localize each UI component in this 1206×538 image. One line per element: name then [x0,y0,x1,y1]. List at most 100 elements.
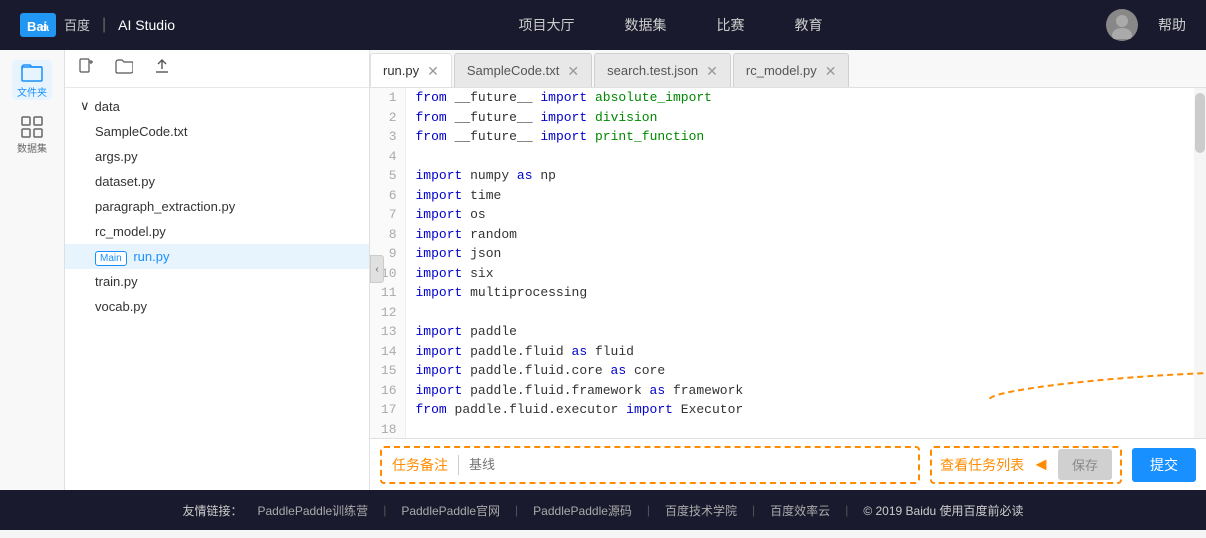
sidebar-files-label: 文件夹 [17,84,47,99]
nav-items: 项目大厅 数据集 比赛 教育 [235,15,1106,35]
file-name: vocab.py [95,299,147,314]
upload-button[interactable] [151,55,173,82]
main-area: 文件夹 数据集 ∨ da [0,50,1206,490]
view-tasks-button[interactable]: 查看任务列表 [940,455,1024,475]
code-line: 12 [370,303,1206,323]
file-name: train.py [95,274,138,289]
save-button[interactable]: 保存 [1058,449,1112,480]
footer-link-training[interactable]: PaddlePaddle训练营 [257,502,368,519]
file-name: dataset.py [95,174,155,189]
file-panel: ∨ data SampleCode.txt args.py dataset.py… [65,50,370,490]
code-line: 18 [370,420,1206,439]
code-line: 10import six [370,264,1206,284]
folder-name: data [95,99,120,114]
chevron-down-icon: ∨ [80,98,90,114]
tab-rc-model[interactable]: rc_model.py ✕ [733,53,850,87]
footer-link-cloud[interactable]: 百度效率云 [770,502,830,519]
avatar[interactable] [1106,9,1138,41]
baidu-logo: Bai du [20,13,56,36]
file-toolbar [65,50,369,88]
main-badge: Main [95,251,127,266]
file-list: ∨ data SampleCode.txt args.py dataset.py… [65,88,369,490]
task-divider [458,455,459,475]
ai-studio-text: AI Studio [118,17,175,33]
list-item[interactable]: rc_model.py [65,219,369,244]
list-item[interactable]: SampleCode.txt [65,119,369,144]
tab-label: SampleCode.txt [467,63,560,78]
code-line: 8import random [370,225,1206,245]
code-line: 7import os [370,205,1206,225]
code-line: 9import json [370,244,1206,264]
folder-data[interactable]: ∨ data [65,93,369,119]
code-line: 2from __future__ import division [370,108,1206,128]
sidebar-datasets-label: 数据集 [17,140,47,155]
list-item[interactable]: dataset.py [65,169,369,194]
bottom-bar: 任务备注 查看任务列表 ◄ 保存 提交 [370,438,1206,490]
code-line: 13import paddle [370,322,1206,342]
file-name: paragraph_extraction.py [95,199,235,214]
list-item[interactable]: train.py [65,269,369,294]
footer: 友情链接： PaddlePaddle训练营 | PaddlePaddle官网 |… [0,490,1206,530]
list-item[interactable]: vocab.py [65,294,369,319]
tab-samplecode[interactable]: SampleCode.txt ✕ [454,53,592,87]
nav-item-competition[interactable]: 比赛 [717,15,745,35]
code-line: 3from __future__ import print_function [370,127,1206,147]
footer-prefix: 友情链接： [182,502,242,519]
file-name: rc_model.py [95,224,166,239]
code-line: 14import paddle.fluid as fluid [370,342,1206,362]
footer-link-official[interactable]: PaddlePaddle官网 [401,502,500,519]
sidebar-item-datasets[interactable]: 数据集 [12,115,52,155]
code-scroll[interactable]: 1from __future__ import absolute_import … [370,88,1206,438]
tabs-bar: run.py ✕ SampleCode.txt ✕ search.test.js… [370,50,1206,88]
arrow-right-icon: ◄ [1032,454,1050,475]
header-right: 帮助 [1106,9,1186,41]
footer-link-academy[interactable]: 百度技术学院 [665,502,737,519]
file-name: SampleCode.txt [95,124,188,139]
footer-link-source[interactable]: PaddlePaddle源码 [533,502,632,519]
new-file-button[interactable] [75,55,97,82]
sidebar: 文件夹 数据集 [0,50,65,490]
code-line: 4 [370,147,1206,167]
tab-close-icon[interactable]: ✕ [825,64,837,78]
nav-item-education[interactable]: 教育 [795,15,823,35]
tab-run-py[interactable]: run.py ✕ [370,53,452,87]
code-line: 17from paddle.fluid.executor import Exec… [370,400,1206,420]
new-folder-button[interactable] [112,55,136,82]
footer-copyright: © 2019 Baidu 使用百度前必读 [863,502,1023,519]
list-item[interactable]: args.py [65,144,369,169]
code-editor[interactable]: 1from __future__ import absolute_import … [370,88,1206,438]
task-baseline-input[interactable] [469,457,908,472]
nav-item-dataset[interactable]: 数据集 [625,15,667,35]
collapse-panel-button[interactable]: ‹ [370,255,384,283]
logo-area: Bai du 百度 | AI Studio [20,13,175,36]
tab-close-icon[interactable]: ✕ [427,64,439,78]
baidu-text: 百度 [64,15,90,34]
scrollbar-thumb[interactable] [1195,93,1205,153]
tab-label: rc_model.py [746,63,817,78]
tab-label: search.test.json [607,63,698,78]
right-action-area: 查看任务列表 ◄ 保存 [930,446,1122,484]
list-item-active[interactable]: Main run.py [65,244,369,269]
scrollbar-track[interactable] [1194,88,1206,438]
help-link[interactable]: 帮助 [1158,15,1186,35]
tab-search-test[interactable]: search.test.json ✕ [594,53,731,87]
header: Bai du 百度 | AI Studio 项目大厅 数据集 比赛 教育 帮助 [0,0,1206,50]
submit-button[interactable]: 提交 [1132,448,1196,482]
tab-label: run.py [383,63,419,78]
svg-text:du: du [40,23,49,34]
code-line: 5import numpy as np [370,166,1206,186]
nav-item-project[interactable]: 项目大厅 [519,15,575,35]
list-item[interactable]: paragraph_extraction.py [65,194,369,219]
sidebar-item-files[interactable]: 文件夹 [12,60,52,100]
file-name: run.py [133,249,169,264]
code-table: 1from __future__ import absolute_import … [370,88,1206,438]
logo-divider: | [102,16,106,34]
tab-close-icon[interactable]: ✕ [567,64,579,78]
task-input-area: 任务备注 [380,446,920,484]
code-line: 11import multiprocessing [370,283,1206,303]
code-line: 1from __future__ import absolute_import [370,88,1206,108]
task-note-label: 任务备注 [392,455,448,475]
editor-area: run.py ✕ SampleCode.txt ✕ search.test.js… [370,50,1206,490]
code-line: 16import paddle.fluid.framework as frame… [370,381,1206,401]
tab-close-icon[interactable]: ✕ [706,64,718,78]
